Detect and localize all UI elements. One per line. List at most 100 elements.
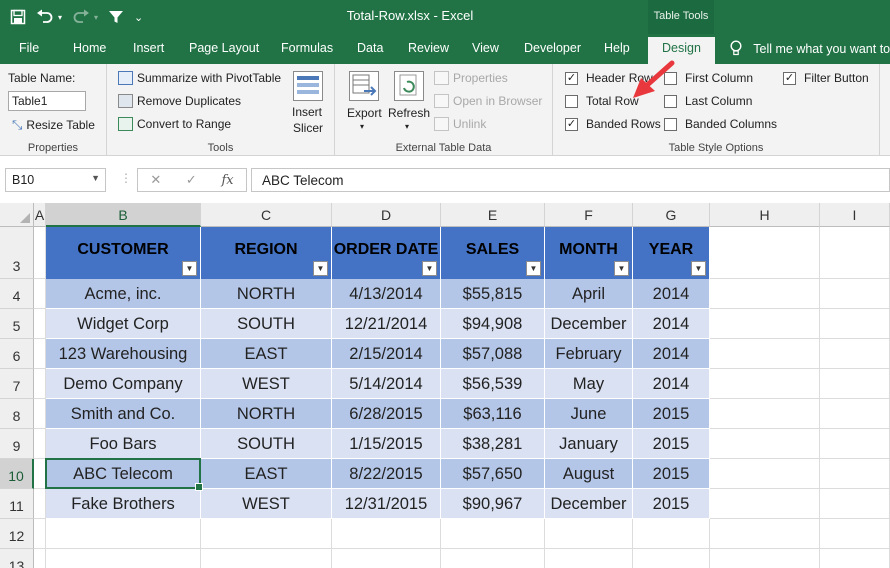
- table-cell[interactable]: 2014: [633, 339, 710, 369]
- table-header-order-date[interactable]: ORDER DATE ▼: [332, 227, 441, 279]
- tab-page-layout[interactable]: Page Layout: [189, 41, 259, 55]
- insert-slicer-icon[interactable]: [293, 71, 323, 101]
- table-cell[interactable]: August: [545, 459, 633, 489]
- table-cell[interactable]: SOUTH: [201, 309, 332, 339]
- table-cell[interactable]: $57,650: [441, 459, 545, 489]
- table-header-year[interactable]: YEAR ▼: [633, 227, 710, 279]
- column-header-d[interactable]: D: [332, 203, 441, 227]
- properties-button[interactable]: Properties: [434, 71, 508, 85]
- insert-slicer-line1[interactable]: Insert: [292, 105, 322, 119]
- table-cell[interactable]: April: [545, 279, 633, 309]
- filter-dropdown-icon[interactable]: ▼: [526, 261, 541, 276]
- table-cell[interactable]: 2015: [633, 399, 710, 429]
- table-cell[interactable]: 8/22/2015: [332, 459, 441, 489]
- cancel-icon[interactable]: ✕: [150, 172, 161, 188]
- table-cell[interactable]: 2015: [633, 429, 710, 459]
- table-cell[interactable]: June: [545, 399, 633, 429]
- filter-dropdown-icon[interactable]: ▼: [182, 261, 197, 276]
- table-header-region[interactable]: REGION ▼: [201, 227, 332, 279]
- filter-button-checkbox[interactable]: ✓ Filter Button: [783, 71, 869, 85]
- row-header-3[interactable]: 3: [0, 227, 34, 279]
- table-cell[interactable]: February: [545, 339, 633, 369]
- filter-dropdown-icon[interactable]: ▼: [422, 261, 437, 276]
- column-header-c[interactable]: C: [201, 203, 332, 227]
- row-header-9[interactable]: 9: [0, 429, 34, 459]
- row-header-13[interactable]: 13: [0, 549, 34, 568]
- table-cell[interactable]: EAST: [201, 339, 332, 369]
- table-cell[interactable]: 2014: [633, 369, 710, 399]
- convert-to-range-button[interactable]: Convert to Range: [118, 117, 231, 131]
- tab-insert[interactable]: Insert: [133, 41, 164, 55]
- column-header-f[interactable]: F: [545, 203, 633, 227]
- row-header-10[interactable]: 10: [0, 459, 34, 489]
- row-header-6[interactable]: 6: [0, 339, 34, 369]
- table-cell[interactable]: WEST: [201, 489, 332, 519]
- refresh-dropdown-icon[interactable]: ▾: [405, 122, 409, 131]
- table-cell[interactable]: $63,116: [441, 399, 545, 429]
- filter-dropdown-icon[interactable]: ▼: [614, 261, 629, 276]
- active-cell-selection[interactable]: [45, 458, 203, 491]
- banded-rows-checkbox[interactable]: ✓ Banded Rows: [565, 117, 661, 131]
- table-cell[interactable]: Demo Company: [46, 369, 201, 399]
- table-cell[interactable]: May: [545, 369, 633, 399]
- refresh-icon[interactable]: [394, 71, 424, 101]
- column-header-g[interactable]: G: [633, 203, 710, 227]
- row-header-8[interactable]: 8: [0, 399, 34, 429]
- unlink-button[interactable]: Unlink: [434, 117, 486, 131]
- select-all-corner[interactable]: [0, 203, 34, 227]
- table-cell[interactable]: SOUTH: [201, 429, 332, 459]
- table-cell[interactable]: Fake Brothers: [46, 489, 201, 519]
- banded-columns-checkbox[interactable]: Banded Columns: [664, 117, 777, 131]
- tab-data[interactable]: Data: [357, 41, 383, 55]
- name-box[interactable]: B10 ▼: [5, 168, 106, 192]
- enter-icon[interactable]: ✓: [186, 172, 197, 188]
- export-icon[interactable]: [349, 71, 379, 101]
- row-header-12[interactable]: 12: [0, 519, 34, 549]
- table-cell[interactable]: January: [545, 429, 633, 459]
- insert-function-icon[interactable]: fx: [221, 173, 233, 188]
- column-header-b[interactable]: B: [46, 203, 201, 227]
- table-cell[interactable]: 12/21/2014: [332, 309, 441, 339]
- tab-help[interactable]: Help: [604, 41, 630, 55]
- column-header-e[interactable]: E: [441, 203, 545, 227]
- table-cell[interactable]: NORTH: [201, 279, 332, 309]
- tab-file[interactable]: File: [19, 41, 39, 55]
- table-name-input[interactable]: Table1: [8, 91, 86, 111]
- table-cell[interactable]: 2014: [633, 309, 710, 339]
- table-cell[interactable]: $57,088: [441, 339, 545, 369]
- tab-developer[interactable]: Developer: [524, 41, 581, 55]
- resize-table-button[interactable]: ⤡ Resize Table: [12, 117, 95, 133]
- table-cell[interactable]: 2015: [633, 459, 710, 489]
- table-header-customer[interactable]: CUSTOMER ▼: [46, 227, 201, 279]
- table-cell[interactable]: Foo Bars: [46, 429, 201, 459]
- name-box-dropdown-icon[interactable]: ▼: [91, 173, 100, 183]
- filter-dropdown-icon[interactable]: ▼: [313, 261, 328, 276]
- table-cell[interactable]: 2/15/2014: [332, 339, 441, 369]
- table-cell[interactable]: December: [545, 309, 633, 339]
- table-cell[interactable]: 5/14/2014: [332, 369, 441, 399]
- row-header-4[interactable]: 4: [0, 279, 34, 309]
- filter-dropdown-icon[interactable]: ▼: [691, 261, 706, 276]
- column-header-a[interactable]: A: [34, 203, 46, 227]
- export-button[interactable]: Export: [347, 106, 382, 120]
- table-cell[interactable]: $56,539: [441, 369, 545, 399]
- table-cell[interactable]: $55,815: [441, 279, 545, 309]
- tab-formulas[interactable]: Formulas: [281, 41, 333, 55]
- table-header-sales[interactable]: SALES ▼: [441, 227, 545, 279]
- insert-slicer-line2[interactable]: Slicer: [293, 121, 323, 135]
- table-cell[interactable]: NORTH: [201, 399, 332, 429]
- table-cell[interactable]: Widget Corp: [46, 309, 201, 339]
- table-cell[interactable]: 2015: [633, 489, 710, 519]
- refresh-button[interactable]: Refresh: [388, 106, 430, 120]
- table-cell[interactable]: $94,908: [441, 309, 545, 339]
- formula-input[interactable]: ABC Telecom: [251, 168, 890, 192]
- column-header-h[interactable]: H: [710, 203, 820, 227]
- table-header-month[interactable]: MONTH ▼: [545, 227, 633, 279]
- table-cell[interactable]: 12/31/2015: [332, 489, 441, 519]
- table-cell[interactable]: 123 Warehousing: [46, 339, 201, 369]
- table-cell[interactable]: Acme, inc.: [46, 279, 201, 309]
- table-cell[interactable]: $90,967: [441, 489, 545, 519]
- export-dropdown-icon[interactable]: ▾: [360, 122, 364, 131]
- table-cell[interactable]: WEST: [201, 369, 332, 399]
- tab-home[interactable]: Home: [73, 41, 106, 55]
